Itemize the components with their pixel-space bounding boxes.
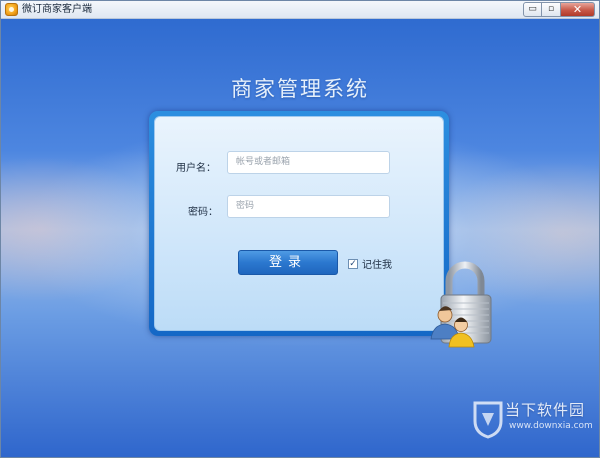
app-window: 微订商家客户端 ▭ ▫ ✕ 商家管理系统 用户名： 帐号或者邮箱 密码： 密码 … — [0, 0, 600, 458]
window-title: 微订商家客户端 — [22, 4, 92, 15]
maximize-button[interactable]: ▫ — [542, 2, 561, 17]
username-input[interactable]: 帐号或者邮箱 — [227, 151, 390, 174]
minimize-button[interactable]: ▭ — [523, 2, 542, 17]
login-panel: 用户名： 帐号或者邮箱 密码： 密码 登录 ✓ 记住我 — [149, 111, 449, 336]
remember-checkbox[interactable]: ✓ — [348, 258, 358, 269]
watermark-brand: 当下软件园 — [505, 401, 586, 419]
password-label: 密码： — [188, 207, 218, 218]
remember-label: 记住我 — [362, 260, 392, 271]
system-title: 商家管理系统 — [231, 77, 369, 101]
close-button[interactable]: ✕ — [561, 2, 595, 17]
username-label: 用户名： — [176, 163, 216, 174]
remember-me[interactable]: ✓ 记住我 — [348, 256, 392, 271]
padlock-users-icon — [430, 261, 492, 348]
password-input[interactable]: 密码 — [227, 195, 390, 218]
watermark: 当下软件园 www.downxia.com — [471, 397, 597, 455]
title-bar[interactable]: 微订商家客户端 ▭ ▫ ✕ — [1, 1, 599, 19]
watermark-url: www.downxia.com — [509, 421, 593, 431]
client-area: 商家管理系统 用户名： 帐号或者邮箱 密码： 密码 登录 ✓ 记住我 当下软件园… — [1, 19, 599, 457]
app-logo-icon — [5, 3, 18, 16]
login-button[interactable]: 登录 — [238, 250, 338, 275]
window-controls: ▭ ▫ ✕ — [523, 2, 595, 17]
downxia-logo-icon — [473, 401, 503, 439]
login-panel-body: 用户名： 帐号或者邮箱 密码： 密码 登录 ✓ 记住我 — [154, 116, 444, 331]
